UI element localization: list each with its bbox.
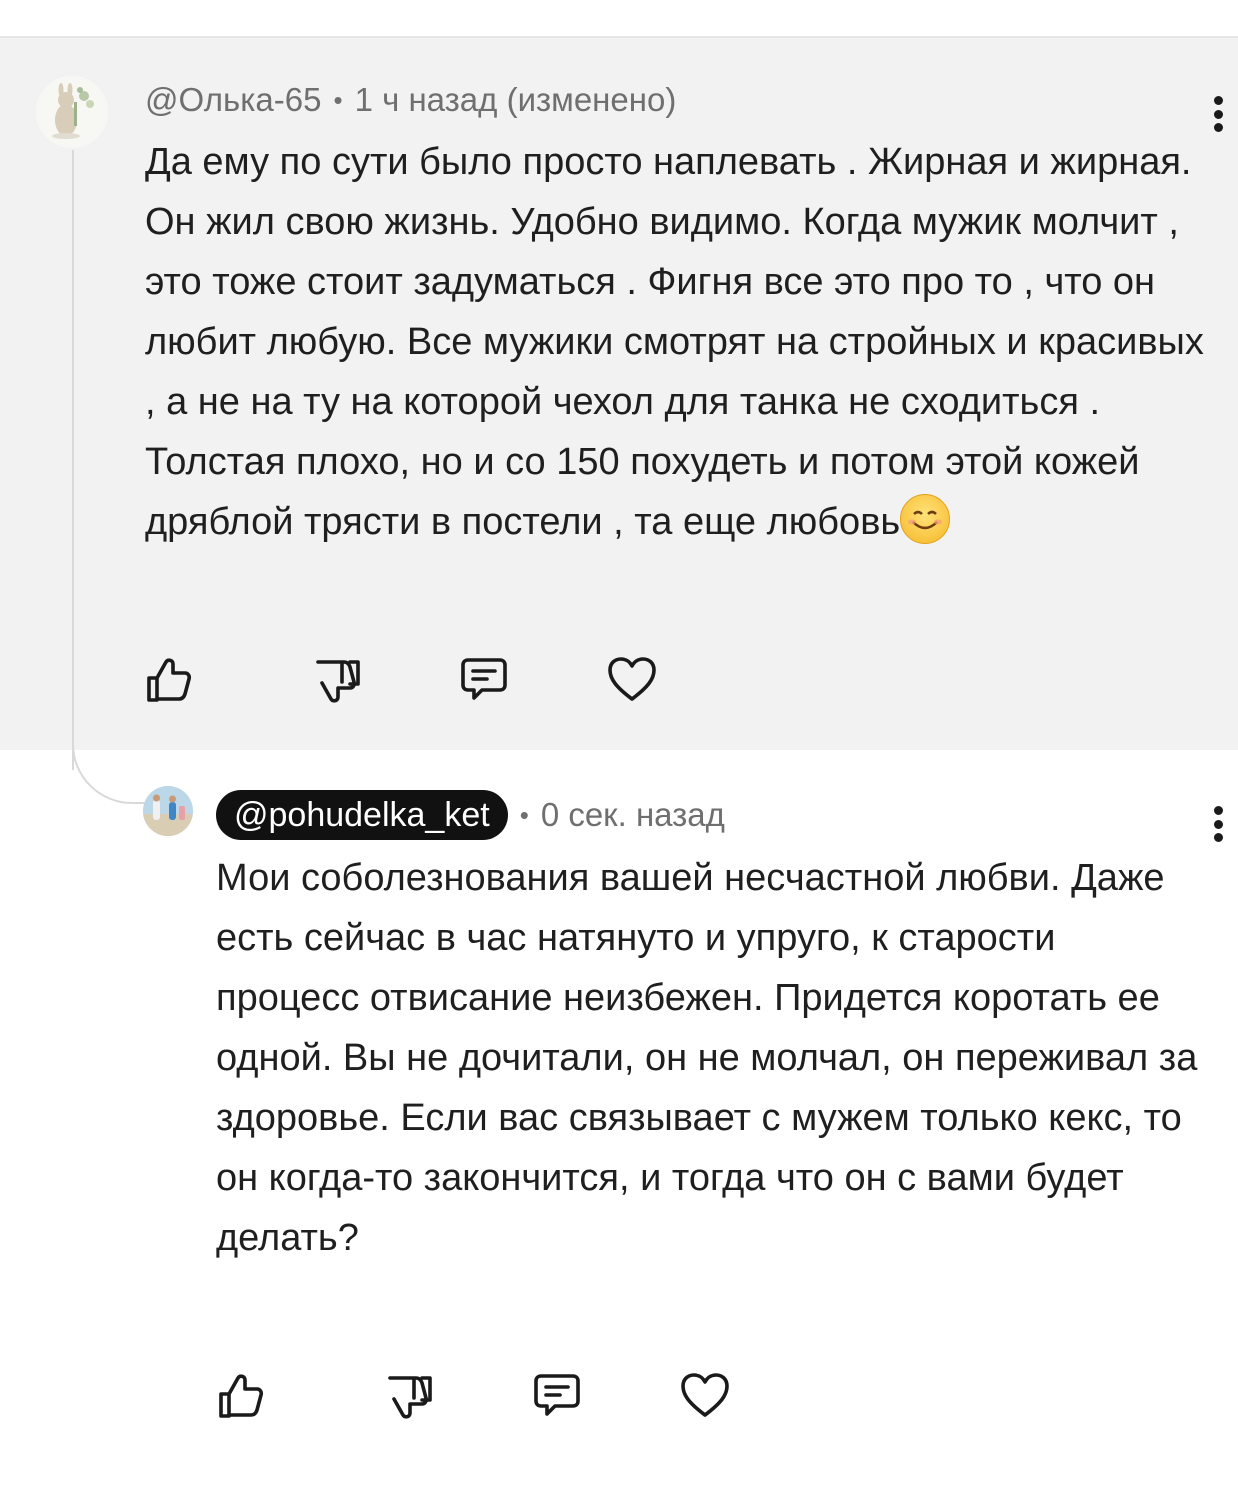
reply-icon[interactable]	[531, 1370, 583, 1422]
dislike-icon[interactable]	[312, 656, 364, 708]
meta-separator: •	[519, 799, 529, 830]
smiling-face-emoji-icon	[900, 494, 951, 544]
reply-author[interactable]: @pohudelka_ket	[216, 790, 508, 840]
parent-comment-meta: @Олька-65 • 1 ч назад (изменено)	[145, 78, 676, 122]
reply-timestamp: 0 сек. назад	[540, 796, 725, 833]
reply-avatar[interactable]	[143, 786, 193, 836]
like-icon[interactable]	[143, 654, 195, 706]
parent-author[interactable]: @Олька-65	[145, 81, 321, 119]
parent-avatar[interactable]	[36, 76, 108, 148]
reply-comment-meta: @pohudelka_ket • 0 сек. назад	[216, 790, 725, 840]
thread-connector	[72, 740, 148, 804]
like-icon[interactable]	[215, 1370, 267, 1422]
thread-line	[72, 150, 74, 770]
parent-comment-text: Да ему по сути было просто наплевать . Ж…	[145, 141, 1204, 543]
meta-separator: •	[333, 84, 343, 115]
more-options-icon[interactable]	[1208, 802, 1228, 846]
parent-comment-body: Да ему по сути было просто наплевать . Ж…	[145, 132, 1215, 552]
reply-comment-body: Мои соболезнования вашей несчастной любв…	[216, 857, 1198, 1259]
parent-timestamp: 1 ч назад (изменено)	[354, 81, 677, 118]
dislike-icon[interactable]	[384, 1372, 436, 1424]
reply-icon[interactable]	[458, 654, 510, 706]
heart-icon[interactable]	[679, 1370, 731, 1422]
heart-icon[interactable]	[606, 654, 658, 706]
more-options-icon[interactable]	[1208, 92, 1228, 136]
